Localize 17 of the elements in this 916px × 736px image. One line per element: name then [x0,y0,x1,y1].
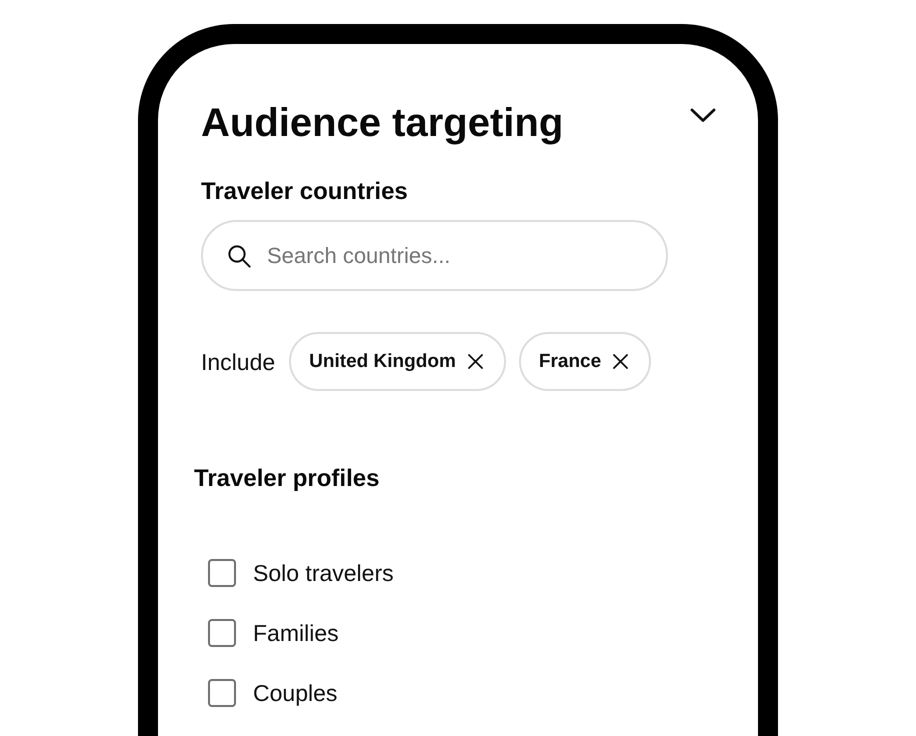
country-chip[interactable]: United Kingdom [289,332,506,391]
close-icon[interactable] [613,354,628,369]
country-chip[interactable]: France [518,332,652,391]
section-heading: Traveler countries [201,177,408,207]
checkbox[interactable] [208,559,236,587]
panel-title: Audience targeting [201,100,564,147]
section-heading: Traveler profiles [194,464,380,494]
checkbox[interactable] [208,619,236,647]
include-label: Include [201,348,276,376]
option-label: Families [253,619,339,647]
chevron-down-icon[interactable] [690,108,716,123]
close-icon[interactable] [468,354,483,369]
search-icon [227,244,251,268]
search-field[interactable]: Search countries... [201,220,668,291]
checkbox[interactable] [208,679,236,707]
option-label: Solo travelers [253,559,394,587]
option-label: Couples [253,679,338,707]
